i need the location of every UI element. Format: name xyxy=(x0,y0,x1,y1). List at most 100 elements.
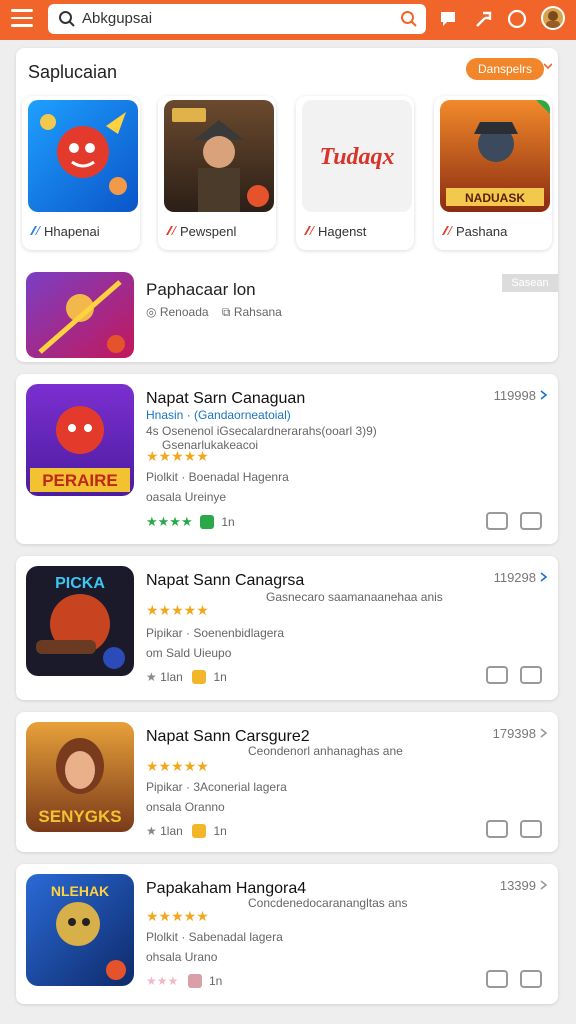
game-tile[interactable]: Hhapenai xyxy=(22,96,140,250)
game-icon xyxy=(28,100,138,212)
tile-badge-icon xyxy=(30,226,41,235)
app-art-text: PERAIRE xyxy=(42,471,118,490)
game-tile[interactable]: Tudaqx Hagenst xyxy=(296,96,414,250)
tag-icon: ⧉ xyxy=(221,305,231,319)
app-card[interactable]: SENYGKS Napat Sann Carsgure2 179398 Ceon… xyxy=(16,712,558,852)
featured-tag: Sasean xyxy=(502,274,558,292)
app-footer-value: 1n xyxy=(213,670,227,684)
tile-name: Hagenst xyxy=(318,224,367,239)
app-art-text: SENYGKS xyxy=(38,807,121,826)
app-icon: PERAIRE xyxy=(26,384,134,496)
featured-meta-2: Rahsana xyxy=(233,305,282,319)
chevron-right-icon[interactable] xyxy=(540,880,548,890)
app-footer: ★★★ 1n xyxy=(146,974,222,988)
game-icon: NADUASK xyxy=(440,100,550,212)
section-card: Saplucaian Danspelrs Hhapenai Pewspenl T… xyxy=(16,48,558,362)
tile-name: Pashana xyxy=(456,224,508,239)
star-icon: ★ xyxy=(146,824,157,838)
app-footer-value: 1n xyxy=(221,515,235,529)
app-desc-1: Gasnecaro saamanaanehaa anis xyxy=(266,590,443,604)
app-card[interactable]: PICKA Napat Sann Canagrsa 119298 Gasneca… xyxy=(16,556,558,700)
app-footer-value: 1n xyxy=(213,824,227,838)
chevron-down-icon xyxy=(544,63,552,70)
share-action-icon[interactable] xyxy=(486,512,508,530)
app-icon: PICKA xyxy=(26,566,134,676)
chevron-right-icon[interactable] xyxy=(540,572,548,582)
share-action-icon[interactable] xyxy=(486,820,508,838)
rating-stars-faded: ★★★ xyxy=(146,974,179,988)
app-desc-1: Ceondenorl anhanaghas ane xyxy=(248,744,403,758)
app-desc-1: Concdenedocaranangltas ans xyxy=(248,896,408,910)
app-footer-label: 1lan xyxy=(160,824,183,838)
app-desc-3: Pipikar · 3Aconerial lagera xyxy=(146,780,287,794)
rating-stars: ★★★★★ xyxy=(146,602,209,618)
download-icon xyxy=(187,974,202,988)
search-input[interactable]: Abkgupsai xyxy=(48,4,426,34)
app-footer-value: 1n xyxy=(208,974,223,988)
featured-meta-1: Renoada xyxy=(159,305,209,319)
search-query: Abkgupsai xyxy=(82,10,153,27)
app-icon: SENYGKS xyxy=(26,722,134,832)
rating-stars-green: ★★★★ xyxy=(146,514,193,529)
tile-logo-text: Tudaqx xyxy=(319,144,394,170)
app-title[interactable]: Napat Sann Canagrsa xyxy=(146,572,304,590)
tile-name: Hhapenai xyxy=(44,224,100,239)
app-card[interactable]: NLEHAK Papakaham Hangora4 13399 Concdene… xyxy=(16,864,558,1004)
app-icon: NLEHAK xyxy=(26,874,134,986)
app-desc-4: oasala Ureinye xyxy=(146,490,227,504)
featured-game-icon[interactable] xyxy=(26,272,134,358)
download-icon xyxy=(192,670,207,684)
app-footer: ★ 1lan 1n xyxy=(146,824,227,838)
info-icon: ◎ xyxy=(146,305,157,319)
search-submit-icon[interactable] xyxy=(400,10,418,28)
featured-meta: ◎ Renoada ⧉ Rahsana xyxy=(146,305,282,320)
app-desc-3: Piolkit · Boenadal Hagenra xyxy=(146,470,289,484)
tile-art-text: NADUASK xyxy=(465,191,525,205)
top-bar: Abkgupsai xyxy=(0,0,576,40)
rating-stars: ★★★★★ xyxy=(146,448,209,464)
game-tile[interactable]: Pewspenl xyxy=(158,96,276,250)
app-count: 119298 xyxy=(493,570,536,585)
search-icon xyxy=(59,11,75,27)
app-count: 119998 xyxy=(493,388,536,403)
app-footer: ★ 1lan 1n xyxy=(146,670,227,684)
download-icon xyxy=(199,515,214,529)
account-circle-icon[interactable] xyxy=(506,8,528,30)
tile-name: Pewspenl xyxy=(180,224,237,239)
app-count: 13399 xyxy=(499,878,536,893)
app-developer[interactable]: Hnasin · (Gandaorneatoial) xyxy=(146,408,291,422)
app-desc-3: Pipikar · Soenenbidlagera xyxy=(146,626,285,640)
save-action-icon[interactable] xyxy=(520,820,542,838)
save-action-icon[interactable] xyxy=(520,970,542,988)
star-icon: ★ xyxy=(146,670,157,684)
featured-title: Paphacaar lon xyxy=(146,280,256,299)
chevron-right-icon[interactable] xyxy=(540,390,548,400)
app-footer-label: 1lan xyxy=(160,670,183,684)
avatar[interactable] xyxy=(541,6,565,30)
app-title[interactable]: Napat Sarn Canaguan xyxy=(146,390,305,408)
tile-badge-icon xyxy=(166,226,177,235)
chevron-right-icon[interactable] xyxy=(540,728,548,738)
app-desc-4: onsala Oranno xyxy=(146,800,225,814)
game-tile[interactable]: NADUASK Pashana xyxy=(434,96,552,250)
app-footer: ★★★★ 1n xyxy=(146,514,235,530)
section-filter-button[interactable]: Danspelrs xyxy=(466,58,544,80)
app-card[interactable]: PERAIRE Napat Sarn Canaguan 119998 Hnasi… xyxy=(16,374,558,544)
section-title: Saplucaian xyxy=(28,62,118,82)
download-icon xyxy=(192,824,207,838)
app-art-text: NLEHAK xyxy=(51,883,109,899)
rating-stars: ★★★★★ xyxy=(146,758,209,774)
rating-stars: ★★★★★ xyxy=(146,908,209,924)
app-desc-4: ohsala Urano xyxy=(146,950,218,964)
save-action-icon[interactable] xyxy=(520,512,542,530)
tile-badge-icon xyxy=(442,226,453,235)
share-icon[interactable] xyxy=(473,8,495,30)
notification-icon[interactable] xyxy=(437,8,459,30)
app-desc-1: 4s Osenenol iGsecalardnerarahs(ooarl 3)9… xyxy=(146,424,377,438)
share-action-icon[interactable] xyxy=(486,666,508,684)
menu-icon[interactable] xyxy=(11,9,33,29)
save-action-icon[interactable] xyxy=(520,666,542,684)
app-count: 179398 xyxy=(492,726,536,741)
app-desc-4: om Sald Uieupo xyxy=(146,646,232,660)
share-action-icon[interactable] xyxy=(486,970,508,988)
